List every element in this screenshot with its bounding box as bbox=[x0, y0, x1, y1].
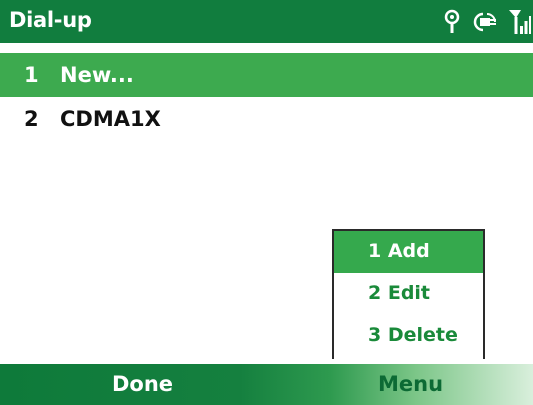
connection-icon bbox=[471, 9, 499, 35]
menu-softkey[interactable]: Menu bbox=[378, 372, 443, 396]
list-item-cdma1x[interactable]: 2 CDMA1X bbox=[0, 97, 533, 141]
list-item-new[interactable]: 1 New... bbox=[0, 53, 533, 97]
list-item-number: 2 bbox=[24, 107, 39, 131]
screen: Dial-up 1 New... 2 CDMA1X 1 Add 2 Edit 3… bbox=[0, 0, 533, 405]
title-bar: Dial-up bbox=[0, 0, 533, 43]
softkey-bar: Done Menu bbox=[0, 362, 533, 405]
list-item-number: 1 bbox=[24, 63, 39, 87]
menu-item-add[interactable]: 1 Add bbox=[334, 231, 483, 273]
page-title: Dial-up bbox=[9, 8, 92, 32]
signal-antenna-icon bbox=[443, 9, 461, 35]
list-item-label: CDMA1X bbox=[60, 107, 161, 131]
done-softkey[interactable]: Done bbox=[112, 372, 173, 396]
status-icons bbox=[443, 4, 531, 40]
menu-item-edit[interactable]: 2 Edit bbox=[334, 273, 483, 315]
list-item-label: New... bbox=[60, 63, 134, 87]
context-menu: 1 Add 2 Edit 3 Delete bbox=[332, 229, 485, 359]
dialup-list: 1 New... 2 CDMA1X bbox=[0, 53, 533, 141]
signal-strength-icon bbox=[509, 8, 531, 36]
menu-item-delete[interactable]: 3 Delete bbox=[334, 315, 483, 357]
